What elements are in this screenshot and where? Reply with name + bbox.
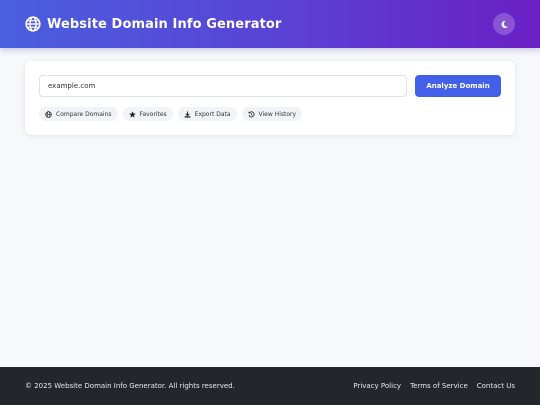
view-history-label: View History <box>258 110 297 118</box>
app-title: Website Domain Info Generator <box>47 16 282 32</box>
favorites-button[interactable]: Favorites <box>122 107 173 121</box>
logo: Website Domain Info Generator <box>25 16 281 32</box>
app-footer: © 2025 Website Domain Info Generator. Al… <box>0 367 540 405</box>
copyright-text: © 2025 Website Domain Info Generator. Al… <box>25 382 235 390</box>
domain-input[interactable] <box>39 75 407 97</box>
view-history-button[interactable]: View History <box>241 107 303 121</box>
contact-us-link[interactable]: Contact Us <box>477 382 515 390</box>
compare-domains-button[interactable]: Compare Domains <box>39 107 118 121</box>
download-icon <box>184 110 190 118</box>
compare-domains-label: Compare Domains <box>56 110 112 118</box>
favorites-label: Favorites <box>139 110 167 118</box>
footer-links: Privacy Policy Terms of Service Contact … <box>344 382 515 390</box>
quick-actions: Compare Domains Favorites Export Data Vi… <box>39 107 307 121</box>
app-header: Website Domain Info Generator <box>0 0 540 48</box>
privacy-policy-link[interactable]: Privacy Policy <box>353 382 401 390</box>
globe-icon <box>25 16 41 32</box>
theme-toggle-button[interactable] <box>493 13 515 35</box>
analyze-domain-button[interactable]: Analyze Domain <box>415 75 501 97</box>
globe-icon <box>45 110 52 118</box>
moon-icon <box>501 20 508 28</box>
star-icon <box>128 110 136 117</box>
terms-of-service-link[interactable]: Terms of Service <box>410 382 468 390</box>
export-data-button[interactable]: Export Data <box>177 107 237 121</box>
export-data-label: Export Data <box>194 110 231 118</box>
history-icon <box>247 110 255 117</box>
search-card: Analyze Domain Compare Domains Favorites… <box>25 61 515 135</box>
